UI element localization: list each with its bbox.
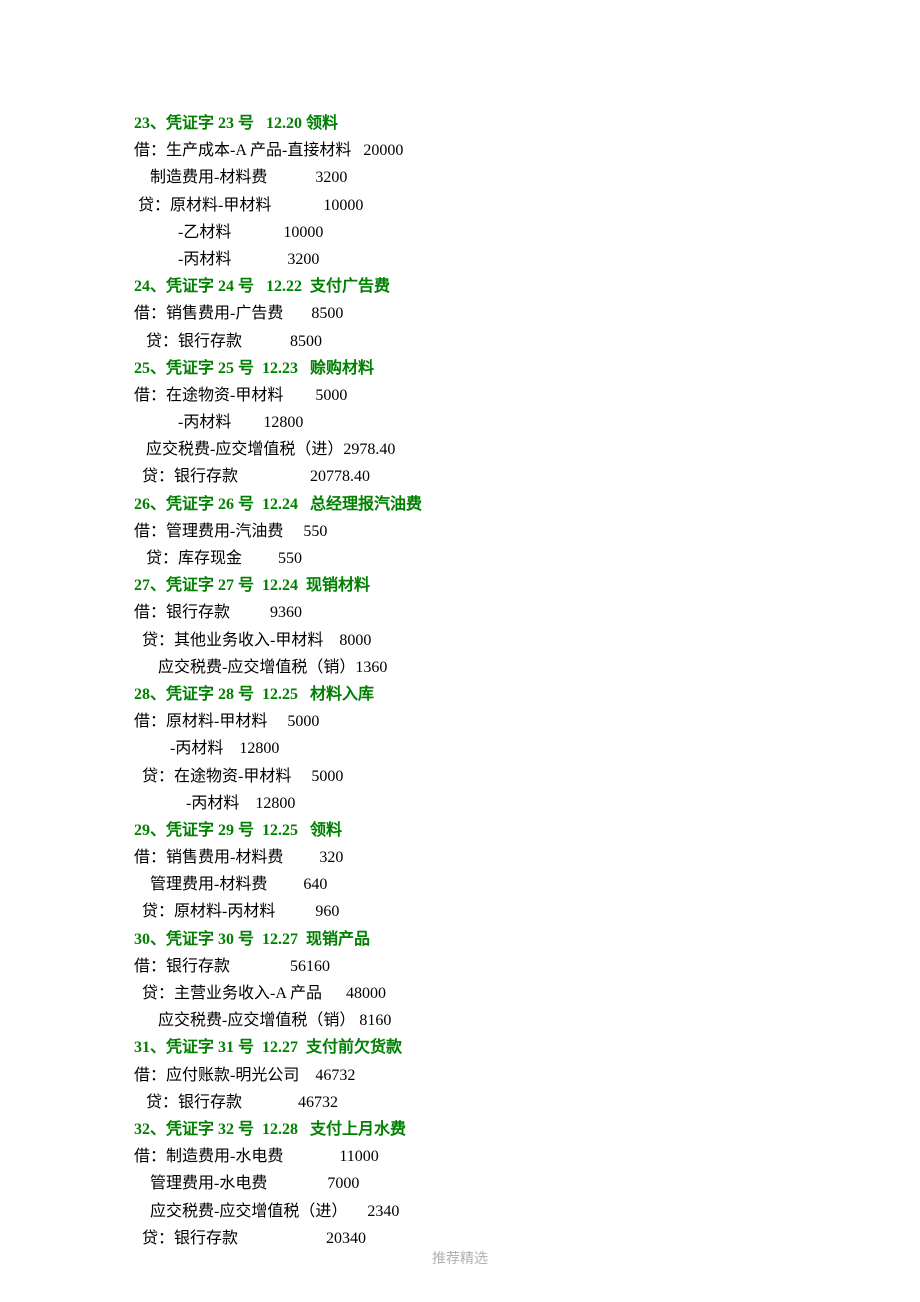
voucher-line: 制造费用-材料费 3200 xyxy=(134,164,920,191)
voucher-heading: 28、凭证字 28 号 12.25 材料入库 xyxy=(134,681,920,708)
voucher-line: 借：销售费用-材料费 320 xyxy=(134,844,920,871)
voucher-heading: 29、凭证字 29 号 12.25 领料 xyxy=(134,817,920,844)
voucher-line: 借：生产成本-A 产品-直接材料 20000 xyxy=(134,137,920,164)
voucher-line: -丙材料 12800 xyxy=(134,735,920,762)
voucher-line: 管理费用-材料费 640 xyxy=(134,871,920,898)
voucher-line: 贷：主营业务收入-A 产品 48000 xyxy=(134,980,920,1007)
voucher-line: 借：管理费用-汽油费 550 xyxy=(134,518,920,545)
voucher-line: 贷：银行存款 20778.40 xyxy=(134,463,920,490)
voucher-line: -乙材料 10000 xyxy=(134,219,920,246)
voucher-line: 贷：在途物资-甲材料 5000 xyxy=(134,763,920,790)
voucher-line: 应交税费-应交增值税（进）2978.40 xyxy=(134,436,920,463)
voucher-line: 借：原材料-甲材料 5000 xyxy=(134,708,920,735)
voucher-line: 应交税费-应交增值税（销）1360 xyxy=(134,654,920,681)
voucher-line: -丙材料 12800 xyxy=(134,790,920,817)
voucher-line: 应交税费-应交增值税（进） 2340 xyxy=(134,1198,920,1225)
voucher-heading: 26、凭证字 26 号 12.24 总经理报汽油费 xyxy=(134,491,920,518)
voucher-line: -丙材料 12800 xyxy=(134,409,920,436)
voucher-line: 贷：原材料-甲材料 10000 xyxy=(134,192,920,219)
voucher-line: 贷：原材料-丙材料 960 xyxy=(134,898,920,925)
voucher-line: 借：应付账款-明光公司 46732 xyxy=(134,1062,920,1089)
voucher-line: 借：制造费用-水电费 11000 xyxy=(134,1143,920,1170)
voucher-line: 贷：银行存款 8500 xyxy=(134,328,920,355)
footer-text: 推荐精选 xyxy=(0,1248,920,1272)
voucher-line: 借：销售费用-广告费 8500 xyxy=(134,300,920,327)
voucher-heading: 23、凭证字 23 号 12.20 领料 xyxy=(134,110,920,137)
voucher-line: 借：银行存款 56160 xyxy=(134,953,920,980)
voucher-heading: 30、凭证字 30 号 12.27 现销产品 xyxy=(134,926,920,953)
voucher-line: -丙材料 3200 xyxy=(134,246,920,273)
voucher-heading: 24、凭证字 24 号 12.22 支付广告费 xyxy=(134,273,920,300)
document-content: 23、凭证字 23 号 12.20 领料借：生产成本-A 产品-直接材料 200… xyxy=(134,110,920,1252)
voucher-line: 借：银行存款 9360 xyxy=(134,599,920,626)
voucher-line: 管理费用-水电费 7000 xyxy=(134,1170,920,1197)
voucher-line: 贷：银行存款 46732 xyxy=(134,1089,920,1116)
voucher-line: 应交税费-应交增值税（销） 8160 xyxy=(134,1007,920,1034)
voucher-line: 借：在途物资-甲材料 5000 xyxy=(134,382,920,409)
voucher-heading: 32、凭证字 32 号 12.28 支付上月水费 xyxy=(134,1116,920,1143)
document-page: 23、凭证字 23 号 12.20 领料借：生产成本-A 产品-直接材料 200… xyxy=(0,0,920,1302)
voucher-heading: 27、凭证字 27 号 12.24 现销材料 xyxy=(134,572,920,599)
voucher-line: 贷：库存现金 550 xyxy=(134,545,920,572)
voucher-line: 贷：其他业务收入-甲材料 8000 xyxy=(134,627,920,654)
voucher-heading: 31、凭证字 31 号 12.27 支付前欠货款 xyxy=(134,1034,920,1061)
voucher-heading: 25、凭证字 25 号 12.23 赊购材料 xyxy=(134,355,920,382)
